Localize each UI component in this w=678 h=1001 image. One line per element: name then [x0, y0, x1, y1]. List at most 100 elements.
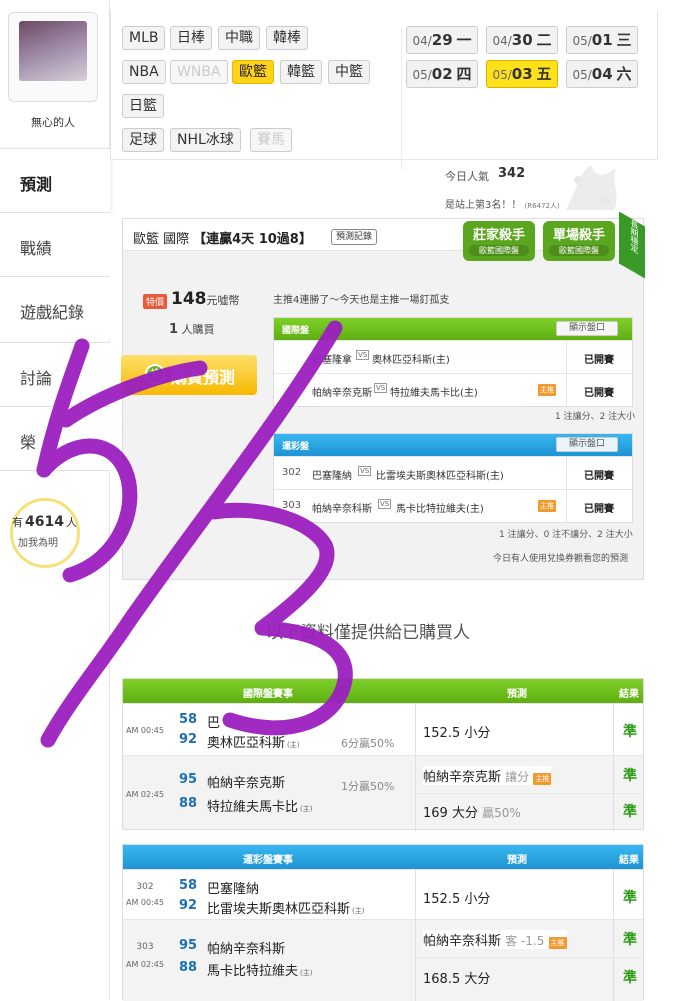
result-correct: 準 — [623, 804, 637, 820]
grab-icon: 搶 — [145, 364, 165, 384]
main-content: MLB 日棒 中職 韓棒 NBA WNBA 歐籃 韓籃 中籃 日籃 足球 NHL… — [110, 0, 678, 1001]
master-pick-tag: 主推 — [538, 500, 556, 512]
date-0430[interactable]: 04/30 二 — [486, 26, 558, 54]
table-row: 巴塞隆拿 VS 奧林匹亞科斯(主) 已開賽 — [274, 340, 632, 374]
pick-value: 帕納辛奈克斯 讓分 主推 — [423, 766, 552, 785]
buy-prediction-button[interactable]: 購買預測 — [121, 355, 257, 395]
badge-bookie-killer: 莊家殺手 歐籃國際盤 — [463, 221, 535, 261]
master-pick-tag: 主推 — [538, 384, 556, 396]
table-row: AM 02:45 95 帕納辛奈克斯 88 特拉維夫馬卡比 (主) 1分贏50% 帕納… — [123, 755, 643, 829]
prediction-comment: 主推4連勝了～今天也是主推一場釘孤支 — [273, 295, 450, 306]
vs-icon: VS — [358, 466, 372, 476]
special-price-tag: 特價 — [143, 293, 168, 309]
pick-value: 168.5 大分 — [423, 972, 491, 987]
results-lottery-table: 運彩盤賽事 預測 結果 302 AM 00:45 58 巴塞隆納 92 比雷埃夫斯奧… — [122, 844, 644, 1001]
nav-honor[interactable]: 榮 — [0, 406, 110, 470]
date-0429[interactable]: 04/29 一 — [406, 26, 478, 54]
prediction-record-button[interactable]: 預測記錄 — [331, 229, 378, 245]
league-euro-basketball[interactable]: 歐籃 — [232, 60, 274, 84]
date-0502[interactable]: 05/02 四 — [406, 60, 478, 88]
vs-icon: VS — [378, 499, 392, 509]
popularity-count: 4614 — [25, 514, 64, 530]
vs-icon: VS — [356, 350, 370, 360]
table-row: 帕納辛奈克斯 VS 特拉維夫馬卡比(主) 主推 已開賽 — [274, 373, 632, 407]
popularity-text: 有 4614 人 — [12, 514, 77, 530]
table-row: AM 00:45 58 巴 92 奧林匹亞科斯 (主) 6分贏50% 152.5 小分… — [123, 703, 643, 755]
league-cn-basketball[interactable]: 中籃 — [328, 60, 370, 84]
nav-discussion[interactable]: 討論 — [0, 342, 110, 406]
result-correct: 準 — [623, 768, 637, 784]
nav-record[interactable]: 戰績 — [0, 212, 110, 276]
league-nba[interactable]: NBA — [122, 60, 166, 84]
date-0504[interactable]: 05/04 六 — [566, 60, 638, 88]
username: 無心的人 — [31, 116, 75, 129]
lottery-preview-header: 運彩盤 顯示盤口 — [274, 434, 632, 456]
price-value: 148 — [171, 289, 207, 309]
result-correct: 準 — [623, 970, 637, 986]
section-title: 以下資料僅提供給已購買人 — [266, 623, 470, 643]
pick-value: 152.5 小分 — [423, 726, 491, 741]
master-pick-tag: 主推 — [548, 937, 567, 949]
match-status: 已開賽 — [584, 504, 614, 515]
results-lottery-header: 運彩盤賽事 預測 結果 — [123, 845, 643, 869]
league-wnba: WNBA — [170, 60, 228, 84]
long-term-stable-ribbon: 長期穩定 — [619, 211, 645, 279]
master-pick-tag: 主推 — [533, 773, 552, 785]
follow-me-link[interactable]: 加我為明 — [18, 534, 58, 549]
date-0501[interactable]: 05/01 三 — [566, 26, 638, 54]
lottery-preview-table: 運彩盤 顯示盤口 302 巴塞隆納 VS 比雷埃夫斯奧林匹亞科斯(主) 已開賽 303 帕… — [273, 433, 633, 523]
nav-divider — [0, 470, 110, 472]
avatar[interactable] — [8, 12, 98, 102]
prediction-card: 歐籃 國際 【連贏4天 10過8】 預測記錄 莊家殺手 歐籃國際盤 單場殺手 歐籃國際… — [121, 211, 645, 580]
results-intl-header: 國際盤賽事 預測 結果 — [123, 679, 643, 703]
match-status: 已開賽 — [584, 355, 614, 366]
league-horse-racing: 賽馬 — [250, 128, 292, 152]
panel-divider — [401, 30, 402, 170]
league-kor-basketball[interactable]: 韓籃 — [280, 60, 322, 84]
intl-note: 1 注讓分、2 注大小 — [555, 412, 636, 422]
pick-value: 帕納辛奈科斯 客 -1.5 主推 — [423, 930, 567, 949]
card-title: 歐籃 國際 【連贏4天 10過8】 — [133, 232, 312, 247]
result-correct: 準 — [623, 932, 637, 948]
match-status: 已開賽 — [584, 388, 614, 399]
nav-game-log[interactable]: 遊戲紀錄 — [0, 276, 110, 340]
today-popularity-value: 342 — [498, 166, 526, 181]
result-correct: 準 — [623, 890, 637, 906]
intl-preview-header: 國際盤 顯示盤口 — [274, 318, 632, 340]
match-status: 已開賽 — [584, 471, 614, 482]
vs-icon: VS — [374, 383, 388, 393]
streak-text: 【連贏4天 10過8】 — [193, 232, 312, 247]
pick-value: 169 大分 贏50% — [423, 806, 521, 821]
table-row: 302 巴塞隆納 VS 比雷埃夫斯奧林匹亞科斯(主) 已開賽 — [274, 456, 632, 490]
league-jpn-basketball[interactable]: 日籃 — [122, 94, 164, 118]
table-row: 302 AM 00:45 58 巴塞隆納 92 比雷埃夫斯奧林匹亞科斯 (主) 152… — [123, 869, 643, 919]
lottery-note: 1 注讓分、0 注不讓分、2 注大小 — [499, 530, 633, 540]
popularity-circle — [10, 498, 80, 568]
rank-text: 是站上第3名！！ (R6472人) — [445, 200, 560, 211]
avatar-image — [19, 21, 87, 81]
league-jpn-baseball[interactable]: 日棒 — [170, 26, 212, 50]
nav-predict[interactable]: 預測 — [0, 148, 110, 212]
date-0503[interactable]: 05/03 五 — [486, 60, 558, 88]
badge-single-killer: 單場殺手 歐籃國際盤 — [543, 221, 615, 261]
intl-preview-table: 國際盤 顯示盤口 巴塞隆拿 VS 奧林匹亞科斯(主) 已開賽 帕納辛奈克斯 VS 特拉維夫… — [273, 317, 633, 407]
buyer-count: 1 人購買 — [169, 322, 215, 337]
table-row: 303 帕納辛奈科斯 VS 馬卡比特拉維夫(主) 主推 已開賽 — [274, 489, 632, 523]
league-kbo[interactable]: 韓棒 — [266, 26, 308, 50]
league-cpbl[interactable]: 中職 — [218, 26, 260, 50]
card-header: 歐籃 國際 【連贏4天 10過8】 預測記錄 莊家殺手 歐籃國際盤 單場殺手 歐籃國際… — [123, 211, 645, 279]
league-soccer[interactable]: 足球 — [122, 128, 164, 152]
results-intl-table: 國際盤賽事 預測 結果 AM 00:45 58 巴 92 奧林匹亞科斯 (主) 6分贏… — [122, 678, 644, 831]
splash-decoration-icon — [566, 165, 617, 210]
league-nhl[interactable]: NHL冰球 — [170, 128, 241, 152]
league-mlb[interactable]: MLB — [122, 26, 166, 50]
show-odds-button-lottery[interactable]: 顯示盤口 — [556, 437, 618, 452]
voucher-note: 今日有人使用兌換券觀看您的預測 — [493, 554, 629, 564]
price-box: 特價 148元噓幣 — [143, 289, 240, 309]
result-correct: 準 — [623, 724, 637, 740]
pick-value: 152.5 小分 — [423, 892, 491, 907]
show-odds-button-intl[interactable]: 顯示盤口 — [556, 321, 618, 336]
sidebar: 無心的人 預測 戰績 遊戲紀錄 討論 榮 有 4614 人 加我為明 — [0, 0, 110, 1000]
today-popularity-label: 今日人氣 — [445, 170, 489, 183]
table-row: 303 AM 02:45 95 帕納辛奈科斯 88 馬卡比特拉維夫 (主) 帕納辛奈科… — [123, 919, 643, 1001]
